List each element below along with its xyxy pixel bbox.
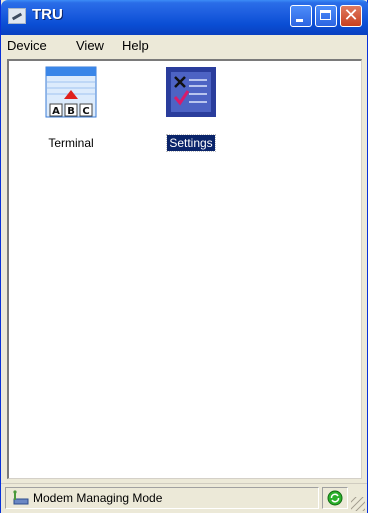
svg-text:B: B [67, 106, 75, 117]
menu-bar: Device View Help [1, 35, 367, 57]
minimize-button[interactable] [290, 5, 312, 27]
icon-view: A B C Terminal Settings [7, 59, 362, 479]
title-bar[interactable]: TRU ✕ [1, 0, 368, 35]
close-icon: ✕ [343, 5, 359, 26]
connection-status-icon[interactable] [327, 490, 343, 506]
modem-icon [11, 490, 29, 506]
menu-help[interactable]: Help [122, 38, 149, 53]
app-icon[interactable] [8, 8, 26, 24]
status-panel-connection [322, 487, 348, 509]
resize-grip[interactable] [351, 497, 365, 511]
settings-checklist-icon [165, 66, 217, 118]
window-title: TRU [32, 6, 63, 23]
menu-view[interactable]: View [76, 38, 104, 53]
maximize-button[interactable] [315, 5, 337, 27]
settings-label: Settings [166, 134, 216, 152]
close-button[interactable]: ✕ [340, 5, 362, 27]
maximize-icon [320, 10, 331, 20]
status-text: Modem Managing Mode [33, 491, 163, 505]
svg-text:C: C [82, 106, 89, 117]
settings-item[interactable]: Settings [151, 66, 231, 156]
terminal-label: Terminal [48, 136, 94, 150]
app-window: TRU ✕ Device View Help A B C Terminal Se… [0, 0, 368, 513]
status-panel-main: Modem Managing Mode [5, 487, 319, 509]
terminal-item[interactable]: A B C Terminal [31, 66, 111, 156]
menu-device[interactable]: Device [7, 38, 47, 53]
svg-text:A: A [52, 106, 60, 117]
terminal-abc-icon: A B C [45, 66, 97, 118]
status-bar: Modem Managing Mode [1, 483, 367, 513]
minimize-icon [296, 19, 303, 22]
